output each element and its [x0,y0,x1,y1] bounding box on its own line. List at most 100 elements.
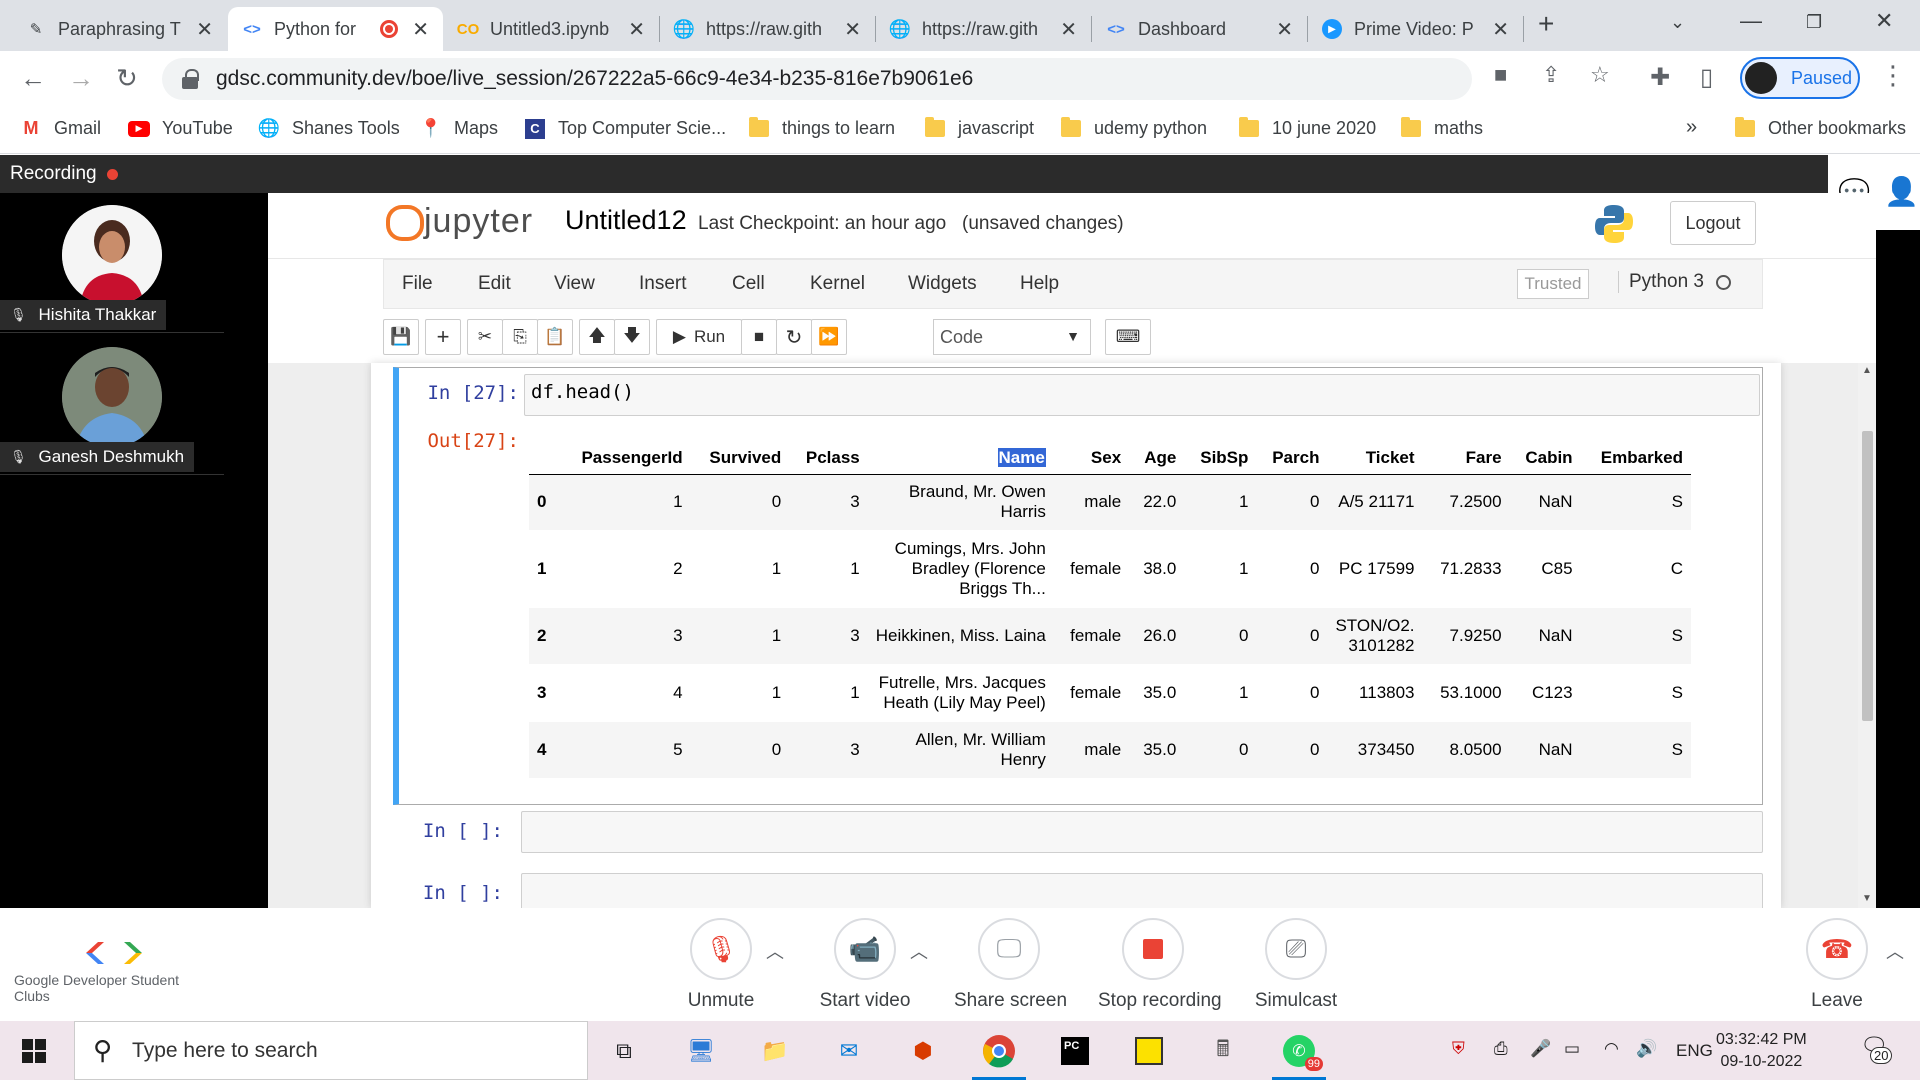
paste-button[interactable]: 📋 [537,319,573,355]
menu-help[interactable]: Help [1020,273,1059,295]
other-bookmarks[interactable]: Other bookmarks [1734,117,1906,139]
scroll-up-icon[interactable]: ▲ [1862,365,1872,376]
windows-start-icon[interactable] [22,1039,46,1063]
url-bar[interactable]: gdsc.community.dev/boe/live_session/2672… [162,58,1472,100]
share-icon[interactable]: ⇪ [1542,62,1560,88]
insert-cell-button[interactable]: + [425,319,461,355]
chrome-icon[interactable] [972,1032,1026,1080]
notifications-icon[interactable]: 🗨 20 [1860,1033,1893,1064]
bookmark-youtube[interactable]: ▶ YouTube [128,118,233,139]
restart-run-all-button[interactable]: ⏩ [811,319,847,355]
profile-button[interactable]: Paused [1740,57,1860,99]
bookmark-maps[interactable]: 📍 Maps [420,118,498,139]
bookmark-shanes-tools[interactable]: 🌐 Shanes Tools [258,118,400,139]
reload-icon[interactable]: ↻ [116,63,138,94]
star-bookmark-icon[interactable]: ☆ [1590,62,1610,88]
close-window-icon[interactable]: ✕ [1875,8,1893,34]
whatsapp-icon[interactable]: ✆ 99 [1272,1032,1326,1080]
computer-icon[interactable]: 🖥 [682,1032,720,1070]
interrupt-button[interactable]: ■ [741,319,777,355]
office-icon[interactable]: ⬢ [904,1032,942,1070]
speaker-icon[interactable]: 🔊 [1636,1039,1657,1059]
side-panel-icon[interactable]: ▯ [1700,63,1713,92]
pycharm-icon[interactable]: PC [1056,1032,1094,1070]
bookmark-javascript[interactable]: javascript [924,117,1034,139]
menu-insert[interactable]: Insert [639,273,687,295]
forward-arrow-icon[interactable]: → [68,63,94,94]
start-video-button[interactable]: 📹 Start video [810,918,920,1012]
save-button[interactable]: 💾 [383,319,419,355]
extensions-puzzle-icon[interactable]: ✚ [1650,63,1670,92]
mail-icon[interactable]: ✉ [830,1032,868,1070]
tab-prime-video[interactable]: ▶ Prime Video: P ✕ [1308,7,1523,51]
trusted-indicator[interactable]: Trusted [1517,269,1589,299]
participant-tile[interactable]: 🎙 Ganesh Deshmukh [0,335,224,475]
tab-paraphrasing[interactable]: ✎ Paraphrasing T ✕ [12,7,227,51]
move-up-button[interactable]: 🡅 [579,319,615,355]
kebab-menu-icon[interactable]: ⋮ [1880,60,1906,91]
bookmark-10-june-2020[interactable]: 10 june 2020 [1238,117,1376,139]
move-down-button[interactable]: 🡇 [614,319,650,355]
copy-button[interactable]: ⎘ [502,319,538,355]
new-tab-plus-icon[interactable]: + [1538,8,1554,40]
language-indicator[interactable]: ENG [1676,1041,1713,1061]
menu-cell[interactable]: Cell [732,273,765,295]
bookmark-things-to-learn[interactable]: things to learn [748,117,895,139]
shield-tray-icon[interactable]: ⛨ [1452,1039,1465,1059]
cell-type-select[interactable]: Code ▼ [933,319,1091,355]
close-tab-icon[interactable]: ✕ [1060,17,1077,42]
unmute-button[interactable]: 🎙 Unmute [666,918,776,1012]
menu-kernel[interactable]: Kernel [810,273,865,295]
taskbar-clock[interactable]: 03:32:42 PM 09-10-2022 [1716,1029,1807,1073]
close-tab-icon[interactable]: ✕ [1276,17,1293,42]
tab-search-chevron-icon[interactable]: ⌄ [1670,12,1685,33]
wifi-icon[interactable]: ◠ [1604,1039,1619,1059]
taskbar-search-input[interactable]: ⚲ Type here to search [74,1021,588,1080]
empty-code-input[interactable] [521,873,1763,908]
menu-view[interactable]: View [554,273,595,295]
battery-icon[interactable]: ▭ [1564,1039,1580,1059]
mic-tray-icon[interactable]: 🎤 [1530,1039,1551,1059]
back-arrow-icon[interactable]: ← [20,63,46,94]
empty-code-input[interactable] [521,811,1763,853]
bookmark-top-computer-science[interactable]: C Top Computer Scie... [524,118,726,139]
sticky-notes-icon[interactable] [1130,1032,1168,1070]
notebook-scrollbar[interactable]: ▲ ▼ [1858,363,1876,908]
close-tab-icon[interactable]: ✕ [1492,17,1509,42]
close-tab-icon[interactable]: ✕ [628,17,645,42]
close-tab-icon[interactable]: ✕ [412,17,429,42]
tab-untitled3[interactable]: CO Untitled3.ipynb ✕ [444,7,659,51]
logout-button[interactable]: Logout [1670,201,1756,245]
bookmark-udemy-python[interactable]: udemy python [1060,117,1207,139]
cut-button[interactable]: ✂ [467,319,503,355]
close-tab-icon[interactable]: ✕ [844,17,861,42]
mic-options-chevron-icon[interactable]: ︿ [766,938,784,964]
notebook-name[interactable]: Untitled12 [565,205,687,236]
task-view-icon[interactable]: ⧉ [605,1032,643,1070]
participant-tile[interactable]: 🎙 Hishita Thakkar [0,193,224,333]
stop-recording-button[interactable]: Stop recording [1098,918,1222,1012]
leave-options-chevron-icon[interactable]: ︿ [1886,938,1904,964]
close-tab-icon[interactable]: ✕ [196,17,213,42]
bookmark-maths[interactable]: maths [1400,117,1483,139]
jupyter-logo[interactable]: jupyter [386,201,533,241]
bookmarks-overflow-button[interactable]: » [1686,116,1697,139]
code-cell-selected[interactable]: In [27]: df.head() Out[27]: PassengerId … [393,367,1763,805]
menu-widgets[interactable]: Widgets [908,273,977,295]
simulcast-button[interactable]: ⎚ Simulcast [1241,918,1351,1012]
code-input[interactable]: df.head() [524,374,1760,416]
video-options-chevron-icon[interactable]: ︿ [910,938,928,964]
calculator-icon[interactable]: 🖩 [1204,1032,1242,1070]
share-screen-button[interactable]: 🖵 Share screen [954,918,1067,1012]
restart-button[interactable]: ↻ [776,319,812,355]
file-explorer-icon[interactable]: 📁 [756,1032,794,1070]
scrollbar-thumb[interactable] [1862,431,1873,721]
menu-edit[interactable]: Edit [478,273,511,295]
command-palette-button[interactable]: ⌨ [1105,319,1151,355]
tab-raw-github-1[interactable]: 🌐 https://raw.gith ✕ [660,7,875,51]
meet-now-icon[interactable]: ⎙ [1494,1039,1508,1059]
leave-button[interactable]: ☎ Leave [1782,918,1892,1012]
participants-person-icon[interactable]: 👤 [1884,175,1919,208]
tab-python-for[interactable]: <> Python for ✕ [228,7,443,51]
minimize-icon[interactable]: — [1740,8,1762,34]
